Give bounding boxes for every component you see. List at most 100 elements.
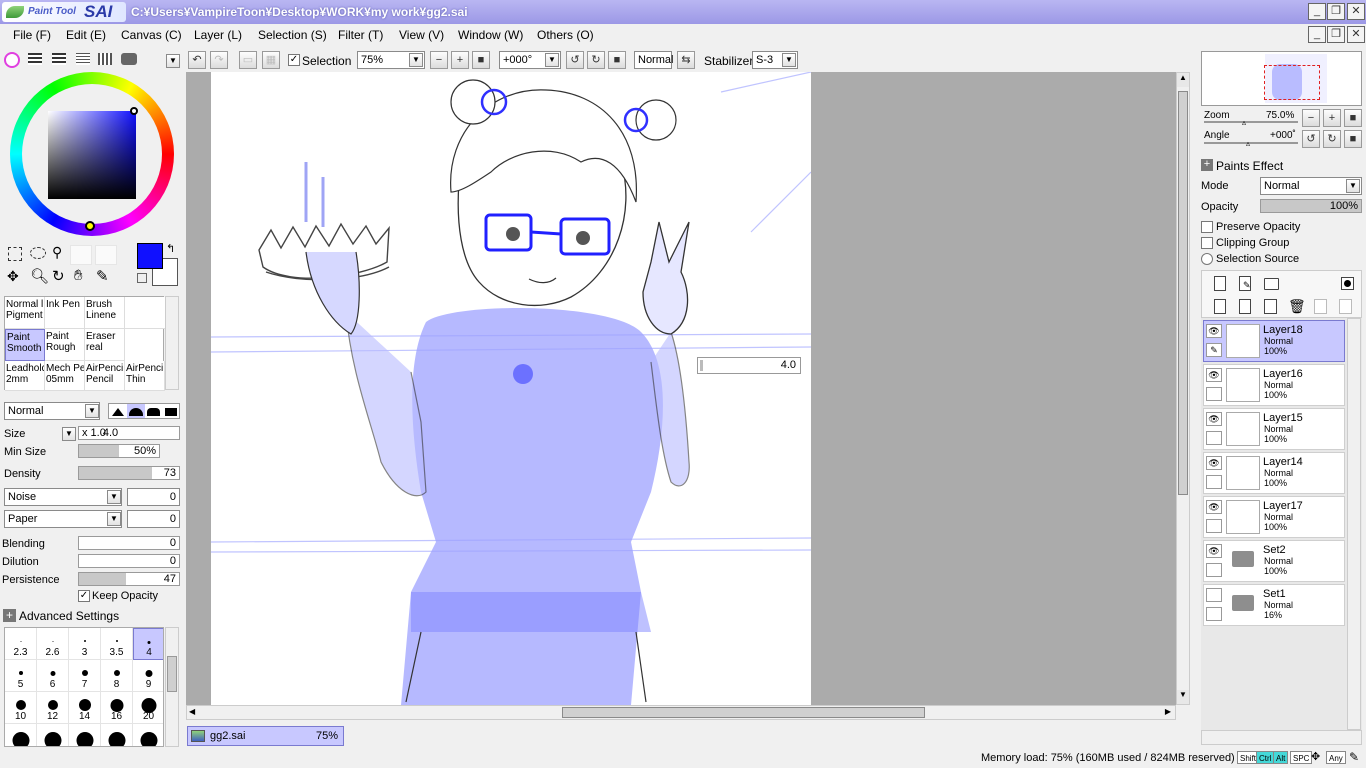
nav-rotate-left-icon[interactable]: ↺ (1302, 130, 1320, 148)
zoom-in-icon[interactable]: + (451, 51, 469, 69)
eye-icon[interactable]: 👁︎ (1206, 500, 1222, 514)
canvas-vertical-scrollbar[interactable]: ▲ ▼ (1176, 72, 1190, 705)
nav-rotate-right-icon[interactable]: ↻ (1323, 130, 1341, 148)
brush-size-option[interactable] (37, 724, 69, 746)
rect-select-icon[interactable] (8, 247, 22, 261)
paper-value-field[interactable]: 0 (127, 510, 180, 528)
size-multiplier-dropdown[interactable]: ▼ (62, 427, 76, 441)
brush-size-option[interactable]: 4 (133, 628, 163, 660)
paints-effect-label[interactable]: Paints Effect (1216, 159, 1283, 173)
preserve-opacity-checkbox[interactable] (1201, 221, 1213, 233)
brush-airpencil-thin[interactable]: AirPenci Thin (125, 361, 165, 391)
chevron-down-icon[interactable]: ▼ (545, 53, 559, 67)
brush-size-option[interactable]: 3.5 (101, 628, 133, 660)
chevron-down-icon[interactable]: ▼ (107, 490, 121, 504)
foreground-color-swatch[interactable] (137, 243, 163, 269)
selection-source-radio[interactable] (1201, 253, 1213, 265)
zoom-icon[interactable]: 🔍︎ (30, 267, 49, 285)
brush-size-option[interactable]: 14 (69, 692, 101, 724)
dilution-slider[interactable]: 0 (78, 554, 180, 568)
layer-item[interactable]: 👁︎ Layer16 Normal 100% (1203, 364, 1345, 406)
layer-lock-slot[interactable] (1206, 607, 1222, 621)
brush-palette-scrollbar[interactable] (165, 296, 179, 390)
brush-size-option[interactable]: 20 (133, 692, 163, 724)
menu-window[interactable]: Window (W) (458, 28, 523, 42)
new-layer-icon[interactable] (1214, 276, 1226, 291)
layer-lock-slot[interactable] (1206, 475, 1222, 489)
nav-zoom-reset-icon[interactable]: ■ (1344, 109, 1362, 127)
menu-file[interactable]: File (F) (13, 28, 51, 42)
hsv-slider-tab-icon[interactable] (52, 53, 66, 65)
menu-selection[interactable]: Selection (S) (258, 28, 327, 42)
canvas-horizontal-scrollbar[interactable]: ◀ ▶ (186, 705, 1176, 720)
brush-eraser-real[interactable]: Eraser real (85, 329, 125, 361)
noise-value-field[interactable]: 0 (127, 488, 180, 506)
advanced-settings-expand-icon[interactable]: + (3, 609, 16, 622)
color-picker-handle[interactable] (130, 107, 138, 115)
scroll-down-icon[interactable]: ▼ (1177, 690, 1189, 704)
layer-lock-slot[interactable] (1206, 387, 1222, 401)
scroll-right-icon[interactable]: ▶ (1165, 707, 1171, 716)
chevron-down-icon[interactable]: ▼ (409, 53, 423, 67)
menu-layer[interactable]: Layer (L) (194, 28, 242, 42)
brush-size-option[interactable]: 3 (69, 628, 101, 660)
chevron-down-icon[interactable]: ▼ (166, 54, 180, 68)
delete-mask-icon[interactable] (1339, 299, 1352, 314)
transfer-down-icon[interactable] (1214, 299, 1226, 314)
hand-icon[interactable]: ✋︎ (74, 267, 83, 284)
document-tab[interactable]: gg2.sai 75% (187, 726, 344, 746)
minimize-button[interactable]: _ (1308, 3, 1326, 20)
eye-icon[interactable] (1206, 588, 1222, 602)
brush-size-option[interactable]: 2.3 (5, 628, 37, 660)
new-folder-icon[interactable] (1264, 278, 1279, 290)
magic-wand-icon[interactable]: ⚲ (52, 244, 62, 261)
size-slider[interactable]: x 1.04.0 (78, 426, 180, 440)
eye-icon[interactable]: 👁︎ (1206, 412, 1222, 426)
brush-paint-rough[interactable]: Paint Rough (45, 329, 85, 361)
clear-layer-icon[interactable] (1264, 299, 1277, 314)
nav-angle-slider[interactable]: ▵ (1204, 139, 1298, 148)
brush-ink-pen[interactable]: Ink Pen (45, 297, 85, 329)
layer-lock-slot[interactable] (1206, 431, 1222, 445)
menu-others[interactable]: Others (O) (537, 28, 594, 42)
layer-list-scrollbar[interactable] (1347, 318, 1361, 730)
doc-close-button[interactable]: ✕ (1347, 26, 1365, 43)
brush-size-option[interactable] (69, 724, 101, 746)
layer-item[interactable]: 👁︎ Set2 Normal 100% (1203, 540, 1345, 582)
eye-icon[interactable]: 👁︎ (1206, 544, 1222, 558)
flip-icon[interactable]: ⇆ (677, 51, 695, 69)
brush-size-option[interactable]: 6 (37, 660, 69, 692)
redo-icon[interactable]: ↷ (210, 51, 228, 69)
merge-down-icon[interactable] (1239, 299, 1251, 314)
layer-lock-slot[interactable] (1206, 519, 1222, 533)
scratchpad-tab-icon[interactable] (121, 53, 137, 65)
swap-colors-icon[interactable]: ↰ (166, 242, 175, 255)
brush-size-option[interactable] (101, 724, 133, 746)
view-mode-field[interactable]: Normal (634, 51, 673, 69)
rotate-right-icon[interactable]: ↻ (587, 51, 605, 69)
min-size-slider[interactable]: 50% (78, 444, 160, 458)
layer-item[interactable]: 👁︎ Layer14 Normal 100% (1203, 452, 1345, 494)
doc-minimize-button[interactable]: _ (1308, 26, 1326, 43)
noise-select[interactable]: Noise (4, 488, 122, 506)
brush-size-option[interactable] (133, 724, 163, 746)
layer-opacity-slider[interactable]: 100% (1260, 199, 1362, 213)
chevron-down-icon[interactable]: ▼ (107, 512, 121, 526)
brush-size-option[interactable]: 9 (133, 660, 163, 692)
apply-mask-icon[interactable] (1314, 299, 1327, 314)
keep-opacity-checkbox[interactable]: ✓ (78, 590, 90, 602)
brush-size-option[interactable]: 10 (5, 692, 37, 724)
layer-item[interactable]: 👁︎ ✎ Layer18 Normal 100% (1203, 320, 1345, 362)
layer-list-horizontal-scrollbar[interactable] (1201, 730, 1362, 745)
navigator-viewport-rect[interactable] (1264, 65, 1320, 100)
hue-handle[interactable] (85, 221, 95, 231)
invert-selection-icon[interactable]: ▦ (262, 51, 280, 69)
brush-size-option[interactable]: 8 (101, 660, 133, 692)
undo-icon[interactable]: ↶ (188, 51, 206, 69)
maximize-button[interactable]: ❐ (1327, 3, 1345, 20)
eye-icon[interactable]: 👁︎ (1206, 324, 1222, 338)
layer-item[interactable]: 👁︎ Layer17 Normal 100% (1203, 496, 1345, 538)
eye-icon[interactable]: 👁︎ (1206, 456, 1222, 470)
doc-restore-button[interactable]: ❐ (1327, 26, 1345, 43)
nav-zoom-out-icon[interactable]: − (1302, 109, 1320, 127)
